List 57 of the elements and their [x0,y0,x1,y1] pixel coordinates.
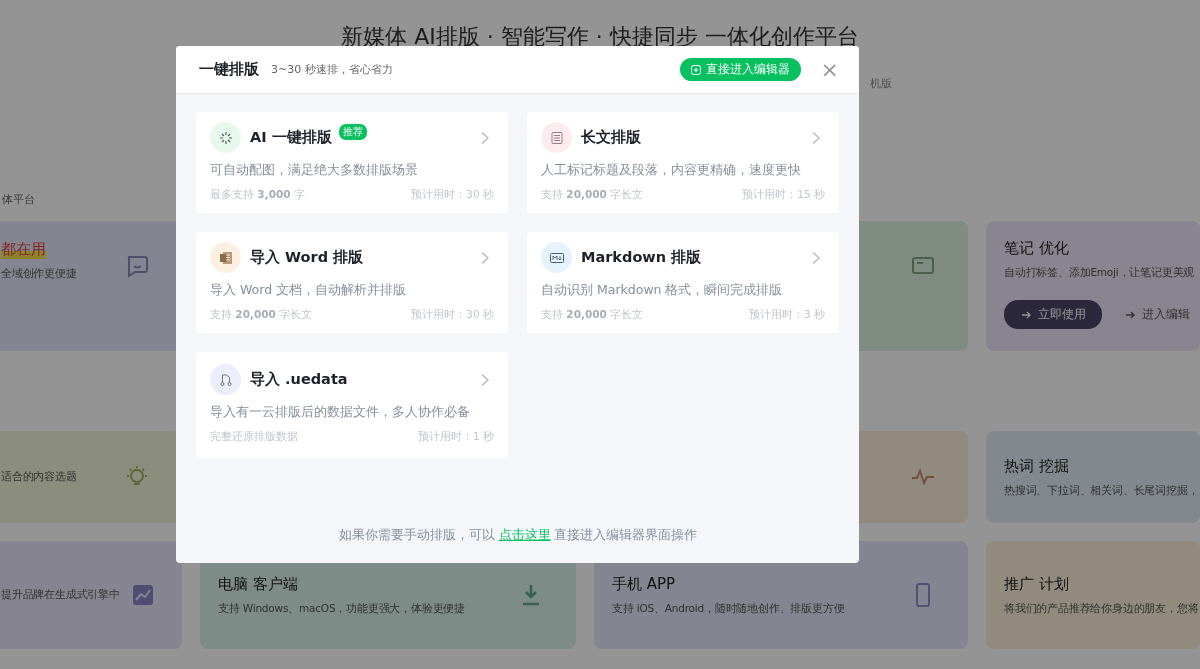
close-button[interactable]: × [816,58,843,81]
card-title: 电脑 客户端 [218,574,299,594]
option-card[interactable]: 导入 Word 排版 导入 Word 文档，自动解析并排版 支持 20,000 字长文 预计用时：30 秒 [196,232,508,333]
section-label: 体平台 [1,193,35,206]
option-limit: 支持 20,000 字长文 [541,188,644,202]
option-limit: 支持 20,000 字长文 [541,308,644,322]
branch-icon [217,371,234,388]
chevron-right-icon [480,372,490,387]
option-time-estimate: 预计用时：30 秒 [411,308,494,322]
card-description: 适合的内容选题 [1,470,77,484]
dialog-title: 一键排版 [199,60,259,79]
feature-card[interactable]: 热词 挖掘 热搜词、下拉词、相关词、长尾词挖掘， [986,431,1200,523]
option-title: AI 一键排版 [250,128,332,147]
feature-card[interactable]: 提升品牌在生成式引擎中 [0,541,182,649]
option-card[interactable]: 长文排版 人工标记标题及段落，内容更精确，速度更快 支持 20,000 字长文 预计用时：15 秒 [527,112,839,213]
card-description: 支持 Windows、macOS，功能更强大，体验更便捷 [218,601,465,616]
option-title: Markdown 排版 [581,248,702,267]
list-document-icon [548,129,565,146]
card-description: 自动打标签、添加Emoji，让笔记更美观 [1004,266,1195,280]
option-description: 导入 Word 文档，自动解析并排版 [210,282,408,299]
option-time-estimate: 预计用时：15 秒 [742,188,825,202]
card-description: 热搜词、下拉词、相关词、长尾词挖掘， [1004,483,1199,498]
option-title: 导入 .uedata [250,370,348,389]
chevron-right-icon [480,130,490,145]
option-title: 长文排版 [581,128,641,147]
page-subtitle: 机版 [870,76,892,92]
option-time-estimate: 预计用时：3 秒 [748,308,825,322]
card-title: 笔记 优化 [1004,239,1070,258]
chevron-right-icon [811,130,821,145]
use-now-button[interactable]: 立即使用 [1004,300,1102,329]
card-description: 支持 iOS、Android，随时随地创作、排版更方便 [612,601,845,616]
option-time-estimate: 预计用时：1 秒 [417,430,494,444]
dialog-subtitle: 3~30 秒速排，省心省力 [271,62,393,77]
feature-card[interactable]: 推广 计划 将我们的产品推荐给你身边的朋友，您将 [986,541,1200,649]
option-description: 人工标记标题及段落，内容更精确，速度更快 [541,162,802,179]
enter-editor-link[interactable]: 进入编辑 [1124,306,1190,323]
option-description: 可自动配图，满足绝大多数排版场景 [210,162,419,179]
option-description: 导入有一云排版后的数据文件，多人协作必备 [210,404,471,421]
option-limit: 支持 20,000 字长文 [210,308,313,322]
card-description: 提升品牌在生成式引擎中 [1,588,120,602]
option-card[interactable]: Markdown 排版 自动识别 Markdown 格式，瞬间完成排版 支持 20,000 字长文 预计用时：3 秒 [527,232,839,333]
sparkle-icon [217,129,234,146]
manual-layout-hint: 如果你需要手动排版，可以 点击这里 直接进入编辑器界面操作 [337,527,699,544]
card-description: 将我们的产品推荐给你身边的朋友，您将 [1004,601,1199,616]
option-title: 导入 Word 排版 [250,248,364,267]
card-title: 热词 挖掘 [1004,456,1070,476]
word-document-icon [217,249,234,266]
chevron-right-icon [811,250,821,265]
feature-card[interactable]: 笔记 优化 自动打标签、添加Emoji，让笔记更美观 立即使用 进入编辑 [986,221,1200,351]
card-title: 手机 APP [612,574,677,594]
option-description: 自动识别 Markdown 格式，瞬间完成排版 [541,282,784,299]
square-plus-icon [690,64,701,75]
option-time-estimate: 预计用时：30 秒 [411,188,494,202]
card-description: 全域创作更便捷 [1,267,77,281]
recommended-badge: 推荐 [338,124,367,140]
card-title: 推广 计划 [1004,574,1070,594]
chevron-right-icon [480,250,490,265]
